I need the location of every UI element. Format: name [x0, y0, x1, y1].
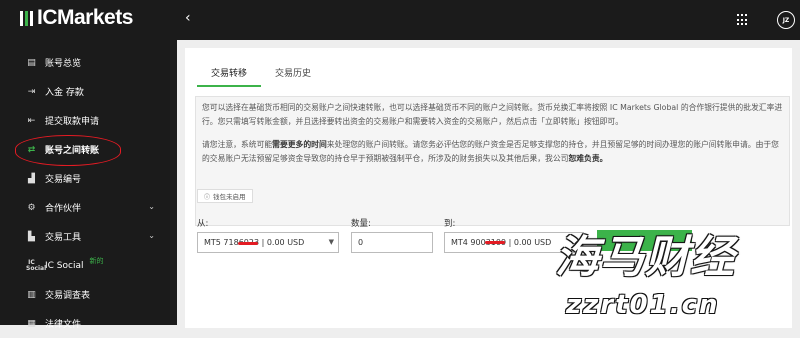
from-label: 从:: [197, 219, 209, 229]
caret-down-icon: ▼: [328, 238, 334, 246]
info-paragraph-1: 您可以选择在基础货币相同的交易账户之间快速转账，也可以选择基础货币不同的账户之间…: [202, 103, 783, 126]
account-overview-icon: ▤: [27, 57, 36, 68]
info-text: 请您注意，系统可能: [202, 140, 273, 149]
sidebar-item-label: 交易编号: [45, 175, 82, 185]
sidebar-item-partners[interactable]: ⚙ 合作伙伴 ⌄: [0, 193, 177, 222]
sidebar-item-legal[interactable]: ▦ 法律文件: [0, 309, 177, 338]
amount-value: 0: [358, 238, 364, 247]
sidebar-nav: ▤ 账号总览 ⇥ 入金 存款 ⇤ 提交取款申请 ⇄ 账号之间转账 ▟ 交易编号 ⚙ 合作伙伴…: [0, 48, 177, 338]
sidebar-item-label: 账号之间转账: [45, 146, 100, 156]
sidebar-item-label: 入金 存款: [45, 88, 84, 98]
avatar[interactable]: JZ: [777, 11, 795, 29]
chart-icon: ▟: [28, 173, 35, 184]
redaction-mark: [238, 242, 258, 245]
top-bar: ‹ JZ: [177, 0, 800, 40]
sidebar-item-ic-social[interactable]: IC Social IC Social 新的: [0, 251, 177, 280]
sidebar-item-label: IC Social: [45, 260, 84, 271]
sidebar-item-label: 交易工具: [45, 233, 82, 243]
info-box: 您可以选择在基础货币相同的交易账户之间快速转账，也可以选择基础货币不同的账户之间…: [195, 96, 790, 226]
sidebar-item-label: 提交取款申请: [45, 117, 100, 127]
ic-markets-logo[interactable]: ICMarkets: [20, 6, 133, 32]
info-icon: ⓘ: [204, 193, 211, 201]
sidebar-item-transfer[interactable]: ⇄ 账号之间转账: [0, 135, 177, 166]
tools-icon: ▙: [28, 231, 35, 242]
to-label: 到:: [444, 219, 456, 229]
legal-icon: ▦: [27, 318, 36, 329]
survey-icon: ▥: [27, 289, 36, 300]
partners-icon: ⚙: [27, 202, 36, 213]
sidebar-item-label: 法律文件: [45, 320, 82, 330]
logo-text: ICMarkets: [37, 6, 133, 29]
wallet-status-text: 钱包未启用: [213, 193, 246, 201]
sidebar-item-account-overview[interactable]: ▤ 账号总览: [0, 48, 177, 77]
tab-history[interactable]: 交易历史: [261, 66, 325, 87]
amount-input[interactable]: 0: [351, 232, 433, 253]
amount-label: 数量:: [351, 219, 371, 229]
tabs: 交易转移 交易历史: [197, 66, 325, 87]
tab-transfer[interactable]: 交易转移: [197, 66, 262, 87]
redaction-mark: [485, 241, 505, 244]
transfer-card: 交易转移 交易历史 您可以选择在基础货币相同的交易账户之间快速转账，也可以选择基…: [185, 48, 792, 328]
from-account-select[interactable]: MT5 7186023 | 0.00 USD ▼: [197, 232, 339, 253]
ic-social-icon: IC Social: [26, 258, 47, 272]
sidebar-item-withdraw[interactable]: ⇤ 提交取款申请: [0, 106, 177, 135]
withdraw-icon: ⇤: [27, 115, 36, 126]
chevron-down-icon: ⌄: [148, 202, 155, 211]
info-bold-text: 恕难负责。: [568, 153, 608, 163]
back-chevron-icon[interactable]: ‹: [185, 10, 191, 26]
sidebar-item-label: 合作伙伴: [45, 204, 82, 214]
info-bold-text: 需要更多的时间: [272, 140, 327, 149]
sidebar: ICMarkets ▤ 账号总览 ⇥ 入金 存款 ⇤ 提交取款申请 ⇄ 账号之间转账 ▟…: [0, 0, 177, 330]
watermark-logo: 海马财经: [555, 232, 735, 283]
sidebar-item-deposit[interactable]: ⇥ 入金 存款: [0, 77, 177, 106]
deposit-icon: ⇥: [27, 86, 36, 97]
wallet-status-badge: ⓘ 钱包未启用: [197, 189, 253, 203]
transfer-icon: ⇄: [27, 144, 36, 155]
sidebar-item-trading-accounts[interactable]: ▟ 交易编号: [0, 164, 177, 193]
sidebar-item-survey[interactable]: ▥ 交易调查表: [0, 280, 177, 309]
new-badge: 新的: [89, 257, 104, 265]
info-paragraph-2: 请您注意，系统可能需要更多的时间来处理您的账户间转账。请您务必评估您的账户资金是…: [202, 138, 783, 165]
apps-grid-icon[interactable]: [737, 14, 749, 26]
sidebar-item-label: 账号总览: [45, 59, 82, 69]
logo-bars-icon: [20, 8, 35, 32]
sidebar-item-tools[interactable]: ▙ 交易工具 ⌄: [0, 222, 177, 251]
watermark-url: zzrt01.cn: [566, 290, 720, 320]
sidebar-item-label: 交易调查表: [45, 291, 91, 301]
chevron-down-icon: ⌄: [148, 231, 155, 240]
